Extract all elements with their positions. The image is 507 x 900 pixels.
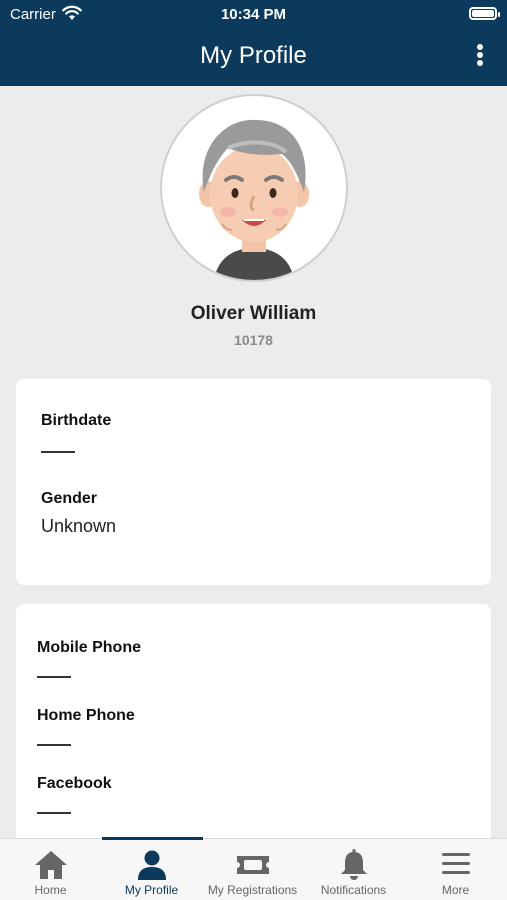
app-header: Carrier 10:34 PM My Profile [0,0,507,86]
birthdate-label: Birthdate [41,412,112,429]
tab-my-registrations-label: My Registrations [207,883,298,897]
tab-home[interactable]: Home [0,839,101,900]
battery-icon [469,7,500,20]
status-time: 10:34 PM [220,6,287,23]
tab-more[interactable]: More [404,839,507,900]
mobile-phone-label: Mobile Phone [37,639,141,656]
profile-name: Oliver William [190,303,317,324]
tab-home-label: Home [34,883,67,897]
home-phone-empty-value [37,744,71,746]
profile-id: 10178 [234,332,273,348]
more-options-button[interactable] [473,42,487,68]
bottom-tab-bar: Home My Profile My Registrations Notific… [0,837,507,900]
tab-notifications[interactable]: Notifications [303,839,404,900]
profile-summary: Oliver William 10178 [0,86,507,371]
tab-notifications-label: Notifications [320,883,387,897]
gender-value: Unknown [41,516,117,536]
personal-info-card: Birthdate Gender Unknown [16,379,491,585]
home-phone-label: Home Phone [37,707,135,724]
home-icon [34,851,67,879]
elderly-man-avatar-icon [199,119,309,280]
page-title: My Profile [200,42,307,69]
tab-my-registrations[interactable]: My Registrations [202,839,303,900]
birthdate-empty-value [41,451,75,453]
mobile-phone-empty-value [37,676,71,678]
tab-more-label: More [441,883,470,897]
tab-my-profile[interactable]: My Profile [101,839,202,900]
facebook-label: Facebook [37,775,112,792]
menu-icon [441,853,470,874]
facebook-empty-value [37,812,71,814]
avatar[interactable] [160,94,348,282]
gender-label: Gender [41,490,98,507]
ticket-icon [236,856,269,874]
person-icon [137,850,166,880]
tab-my-profile-label: My Profile [124,883,179,897]
bell-icon [340,849,367,880]
contact-info-card: Mobile Phone Home Phone Facebook [16,604,491,854]
status-bar: Carrier 10:34 PM [0,0,507,28]
